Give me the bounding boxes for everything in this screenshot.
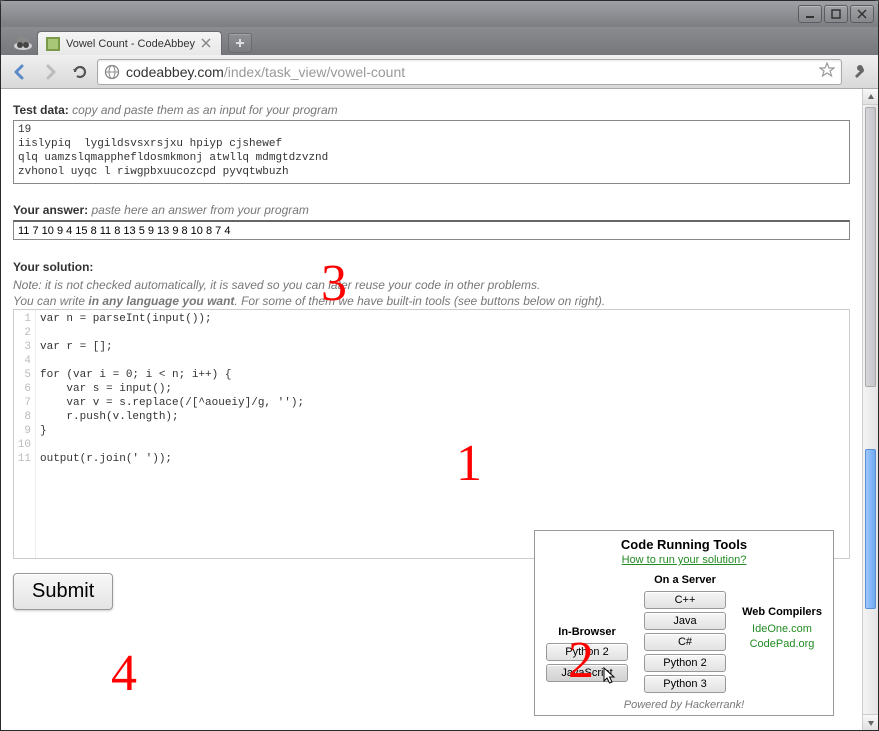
close-button[interactable] <box>850 5 874 23</box>
code-area[interactable]: var n = parseInt(input()); var r = []; f… <box>36 310 849 558</box>
web-compilers-heading: Web Compilers <box>742 606 822 618</box>
run-python2-server-button[interactable]: Python 2 <box>644 654 726 672</box>
wrench-menu-button[interactable] <box>846 59 872 85</box>
favicon-icon <box>46 37 60 51</box>
scroll-thumb-highlight[interactable] <box>865 449 876 609</box>
run-java-server-button[interactable]: Java <box>644 612 726 630</box>
page-viewport: Test data: copy and paste them as an inp… <box>1 89 878 730</box>
forward-button[interactable] <box>37 59 63 85</box>
codepad-link[interactable]: CodePad.org <box>750 638 815 650</box>
new-tab-button[interactable] <box>228 33 252 53</box>
scroll-thumb[interactable] <box>865 107 876 387</box>
annotation-4: 4 <box>111 644 137 703</box>
test-data-textarea[interactable] <box>13 120 850 184</box>
globe-icon <box>104 64 120 80</box>
code-running-tools-panel: Code Running Tools How to run your solut… <box>534 530 834 716</box>
solution-label: Your solution: <box>13 260 93 274</box>
on-server-heading: On a Server <box>654 574 716 586</box>
window-titlebar <box>1 1 878 27</box>
scroll-down-icon[interactable] <box>863 714 878 730</box>
tab-title: Vowel Count - CodeAbbey <box>66 38 195 50</box>
test-data-label: Test data: <box>13 103 69 117</box>
tab-close-icon[interactable] <box>201 38 213 50</box>
answer-input[interactable] <box>13 220 850 240</box>
submit-button[interactable]: Submit <box>13 573 113 610</box>
minimize-button[interactable] <box>798 5 822 23</box>
url-path: /index/task_view/vowel-count <box>224 64 405 80</box>
in-browser-heading: In-Browser <box>558 626 615 638</box>
tab-strip: Vowel Count - CodeAbbey <box>1 27 878 55</box>
vertical-scrollbar[interactable] <box>862 89 878 730</box>
ideone-link[interactable]: IdeOne.com <box>752 623 812 635</box>
maximize-button[interactable] <box>824 5 848 23</box>
powered-by: Powered by Hackerrank! <box>543 699 825 711</box>
reload-button[interactable] <box>67 59 93 85</box>
solution-note-2: You can write in any language you want. … <box>13 293 850 309</box>
scroll-up-icon[interactable] <box>863 89 878 105</box>
code-gutter: 1 2 3 4 5 6 7 8 9 10 11 <box>14 310 36 558</box>
browser-toolbar: codeabbey.com/index/task_view/vowel-coun… <box>1 55 878 89</box>
answer-hint: paste here an answer from your program <box>91 203 308 217</box>
address-bar[interactable]: codeabbey.com/index/task_view/vowel-coun… <box>97 59 842 85</box>
howto-link[interactable]: How to run your solution? <box>543 554 825 566</box>
code-editor[interactable]: 1 2 3 4 5 6 7 8 9 10 11 var n = parseInt… <box>13 309 850 559</box>
test-data-hint: copy and paste them as an input for your… <box>72 103 337 117</box>
incognito-icon <box>9 31 37 55</box>
bookmark-star-icon[interactable] <box>819 62 835 81</box>
run-python2-browser-button[interactable]: Python 2 <box>546 643 628 661</box>
browser-tab[interactable]: Vowel Count - CodeAbbey <box>37 31 222 55</box>
back-button[interactable] <box>7 59 33 85</box>
run-csharp-server-button[interactable]: C# <box>644 633 726 651</box>
answer-label: Your answer: <box>13 203 88 217</box>
solution-note-1: Note: it is not checked automatically, i… <box>13 277 850 293</box>
run-python3-server-button[interactable]: Python 3 <box>644 675 726 693</box>
url-host: codeabbey.com <box>126 64 224 80</box>
run-javascript-browser-button[interactable]: JavaScript <box>546 664 628 682</box>
tools-title: Code Running Tools <box>543 537 825 552</box>
run-cpp-server-button[interactable]: C++ <box>644 591 726 609</box>
